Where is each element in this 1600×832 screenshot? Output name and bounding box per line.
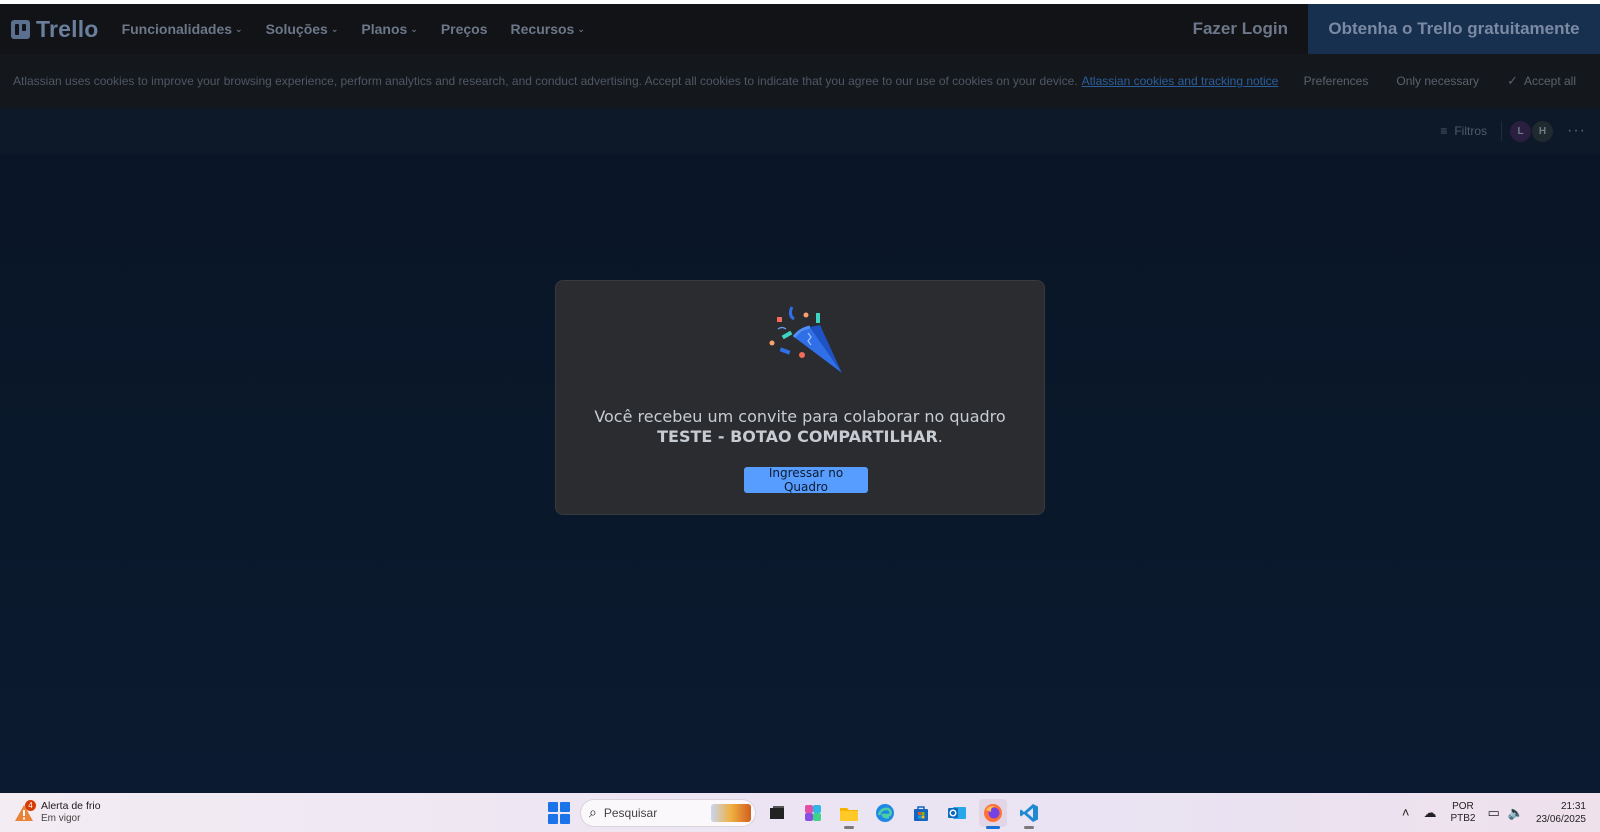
cloud-off-icon[interactable]: ☁: [1423, 805, 1436, 821]
cookie-preferences-button[interactable]: Preferences: [1292, 69, 1381, 93]
nav-item-label: Recursos: [510, 21, 575, 37]
invite-modal: Você recebeu um convite para colaborar n…: [556, 281, 1044, 514]
chevron-down-icon: ⌄: [235, 23, 243, 34]
language-indicator[interactable]: POR PTB2: [1450, 801, 1475, 825]
task-view-icon[interactable]: [763, 799, 791, 827]
check-icon: ✓: [1507, 73, 1518, 88]
weather-badge: 4: [25, 799, 36, 811]
filters-label: Filtros: [1454, 124, 1488, 138]
vscode-icon[interactable]: [1015, 799, 1043, 829]
filter-icon: ≡: [1440, 124, 1448, 138]
nav-item-precos[interactable]: Preços: [441, 21, 488, 37]
invite-message-text: Você recebeu um convite para colaborar n…: [594, 407, 1006, 426]
invite-message: Você recebeu um convite para colaborar n…: [576, 407, 1024, 447]
divider: [1501, 121, 1503, 141]
ellipsis-icon[interactable]: ···: [1567, 122, 1586, 140]
get-trello-free-button[interactable]: Obtenha o Trello gratuitamente: [1308, 4, 1600, 54]
nav-item-recursos[interactable]: Recursos ⌄: [511, 21, 585, 37]
lang-bottom: PTB2: [1450, 812, 1476, 824]
cookie-banner: Atlassian uses cookies to improve your b…: [0, 54, 1600, 108]
running-indicator: [844, 825, 854, 829]
filters-button[interactable]: ≡ Filtros: [1440, 124, 1487, 138]
edge-icon[interactable]: [871, 799, 899, 827]
accept-all-label: Accept all: [1523, 74, 1576, 88]
cookie-notice-link[interactable]: Atlassian cookies and tracking notice: [1082, 74, 1279, 88]
firefox-icon[interactable]: [979, 798, 1007, 829]
trello-logo[interactable]: Trello: [11, 16, 99, 43]
weather-widget[interactable]: 4 Alerta de frio Em vigor: [14, 799, 134, 825]
chevron-down-icon: ⌄: [330, 23, 339, 34]
top-navbar: Trello Funcionalidades ⌄ Soluções ⌄ Planos…: [0, 4, 1600, 54]
clock-date: 23/06/2025: [1535, 813, 1586, 825]
copilot-icon[interactable]: [799, 799, 827, 827]
weather-subtitle: Em vigor: [41, 813, 81, 824]
clock-time: 21:31: [1560, 800, 1586, 812]
volume-icon[interactable]: 🔈: [1508, 805, 1524, 821]
login-link[interactable]: Fazer Login: [1193, 19, 1288, 39]
nav-item-solucoes[interactable]: Soluções ⌄: [266, 21, 339, 37]
nav-item-funcionalidades[interactable]: Funcionalidades ⌄: [122, 21, 243, 37]
cold-alert-icon: 4: [14, 799, 36, 823]
file-explorer-icon[interactable]: [835, 799, 863, 829]
system-tray: ˄ ☁ POR PTB2 ▭ 🔈 21:31 23/06/2025: [1402, 793, 1586, 832]
search-icon: ⌕: [589, 804, 597, 820]
weather-title: Alerta de frio: [41, 800, 101, 812]
avatar[interactable]: L: [1510, 120, 1532, 142]
clock[interactable]: 21:31 23/06/2025: [1536, 800, 1586, 826]
taskbar-search[interactable]: ⌕ Pesquisar: [581, 799, 755, 826]
join-board-button[interactable]: Ingressar no Quadro: [744, 466, 868, 494]
avatar[interactable]: H: [1532, 120, 1554, 142]
chevron-down-icon: ⌄: [577, 23, 585, 34]
nav-item-label: Funcionalidades: [121, 21, 233, 37]
store-icon[interactable]: [907, 799, 935, 827]
chevron-down-icon: ⌄: [410, 23, 418, 34]
nav-item-label: Preços: [440, 21, 488, 37]
windows-start-icon[interactable]: [548, 801, 570, 824]
nav-item-label: Planos: [361, 21, 408, 37]
windows-taskbar: 4 Alerta de frio Em vigor ⌕ Pesquisar ˄ …: [0, 793, 1600, 832]
outlook-icon[interactable]: [943, 799, 971, 827]
running-indicator: [986, 825, 1000, 829]
search-placeholder: Pesquisar: [603, 805, 658, 820]
invite-message-suffix: .: [937, 427, 943, 446]
chevron-up-icon[interactable]: ˄: [1402, 805, 1410, 820]
board-header: ≡ Filtros L H ···: [0, 108, 1600, 154]
lang-top: POR: [1452, 800, 1474, 812]
cookie-accept-all-button[interactable]: ✓ Accept all: [1495, 68, 1588, 94]
trello-icon: [11, 19, 30, 39]
logo-text: Trello: [36, 15, 99, 42]
party-popper-icon: [769, 306, 842, 373]
network-icon[interactable]: ▭: [1487, 805, 1499, 821]
nav-item-planos[interactable]: Planos ⌄: [361, 21, 417, 37]
search-highlight-image: [711, 803, 751, 822]
taskbar-apps: ⌕ Pesquisar: [548, 793, 1043, 832]
cookie-text: Atlassian uses cookies to improve your b…: [13, 74, 1078, 88]
board-name: TESTE - BOTAO COMPARTILHAR: [657, 427, 938, 446]
nav-item-label: Soluções: [265, 21, 328, 37]
running-indicator: [1024, 825, 1034, 829]
cookie-only-necessary-button[interactable]: Only necessary: [1384, 69, 1491, 93]
